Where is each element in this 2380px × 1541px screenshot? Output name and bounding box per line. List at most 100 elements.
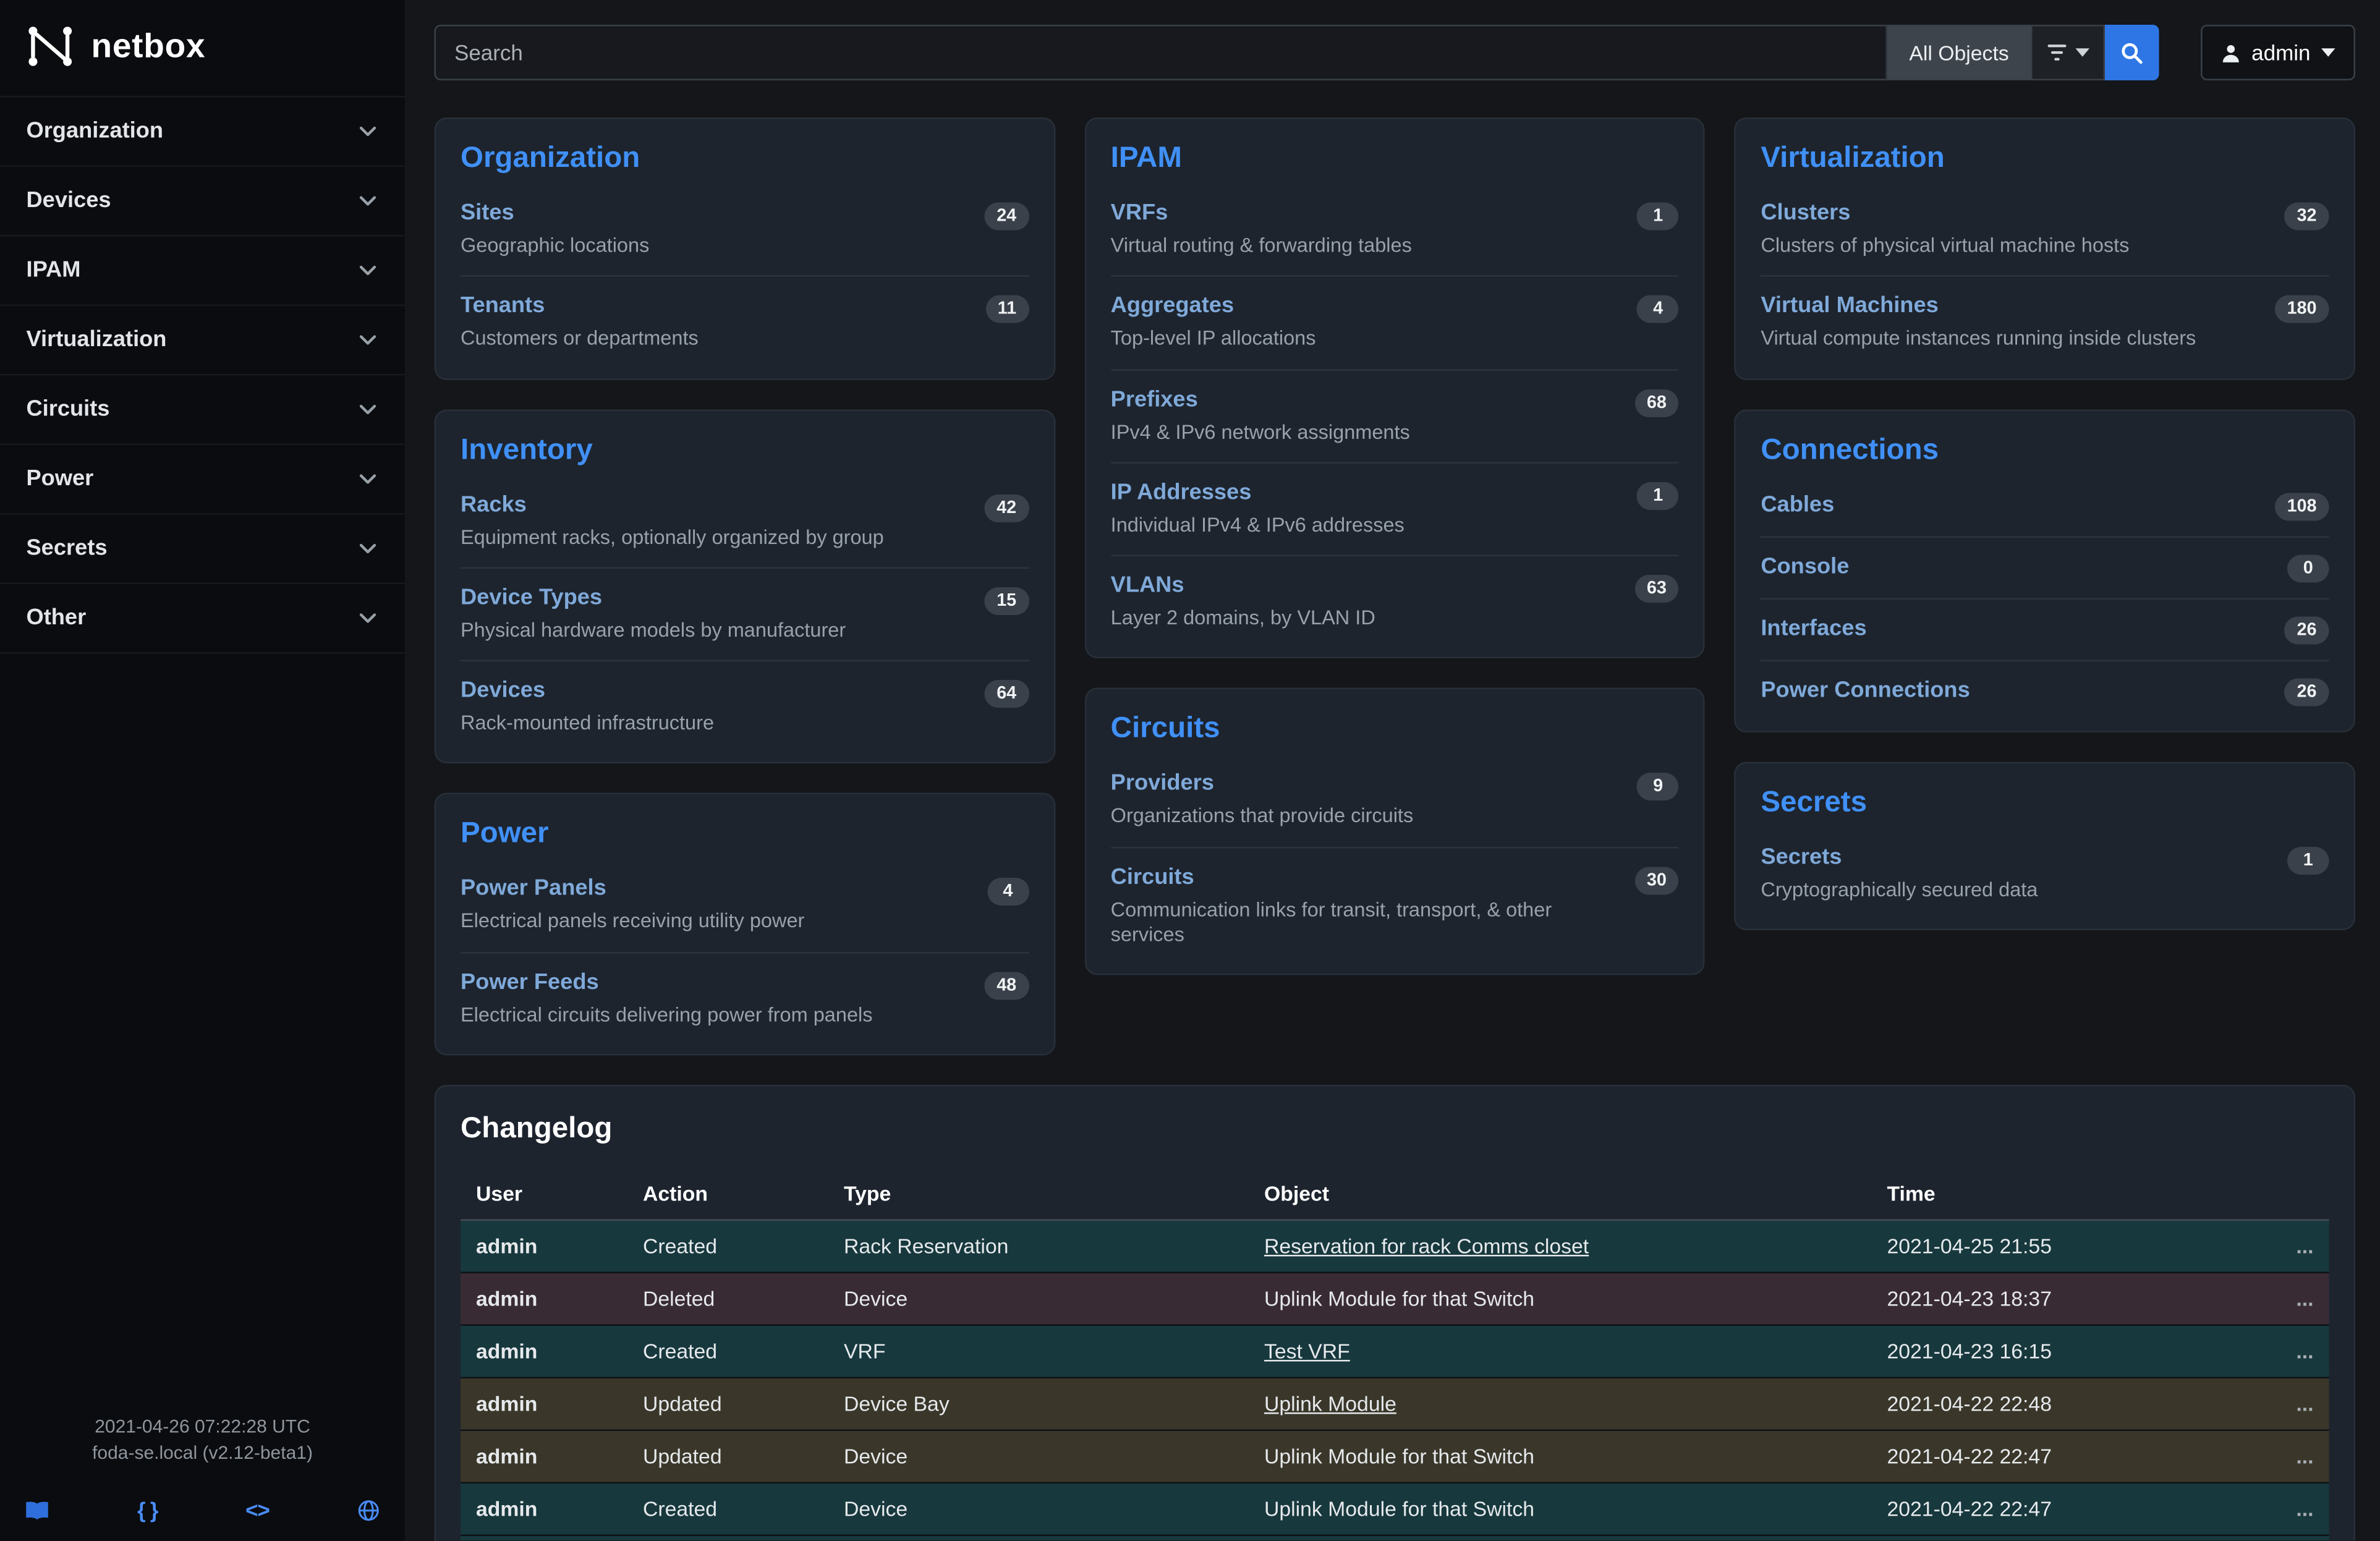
object-link[interactable]: Reservation for rack Comms closet	[1264, 1234, 1589, 1258]
count-badge: 32	[2285, 203, 2329, 231]
dashboard-item-tenants: TenantsCustomers or departments11	[461, 277, 1029, 368]
dashboard-item-secrets: SecretsCryptographically secured data1	[1761, 828, 2329, 919]
cell-time: 2021-04-25 21:55	[1872, 1220, 2261, 1272]
item-link-tenants[interactable]: Tenants	[461, 294, 545, 319]
cell-object: Uplink Module for that Switch	[1249, 1430, 1872, 1482]
row-actions-ellipsis[interactable]: ...	[2261, 1272, 2329, 1325]
dashboard-item-power-feeds: Power FeedsElectrical circuits deliverin…	[461, 953, 1029, 1044]
rest-api-braces-icon[interactable]: { }	[137, 1498, 158, 1522]
count-badge: 180	[2275, 295, 2329, 323]
row-actions-ellipsis[interactable]: ...	[2261, 1377, 2329, 1430]
item-link-secrets[interactable]: Secrets	[1761, 844, 1842, 869]
column-header-type: Type	[828, 1168, 1249, 1220]
object-link[interactable]: Test VRF	[1264, 1339, 1350, 1363]
item-link-console[interactable]: Console	[1761, 554, 1849, 579]
row-actions-ellipsis[interactable]: ...	[2261, 1325, 2329, 1377]
sidebar-item-other[interactable]: Other	[0, 584, 405, 654]
chevron-down-icon	[357, 538, 379, 559]
item-link-interfaces[interactable]: Interfaces	[1761, 616, 1866, 640]
item-link-vrfs[interactable]: VRFs	[1111, 201, 1168, 226]
chevron-down-icon	[357, 190, 379, 212]
dashboard-item-racks: RacksEquipment racks, optionally organiz…	[461, 475, 1029, 569]
dashboard-item-power-panels: Power PanelsElectrical panels receiving …	[461, 860, 1029, 953]
item-link-devices[interactable]: Devices	[461, 679, 545, 703]
card-virtualization: Virtualization ClustersClusters of physic…	[1735, 117, 2355, 380]
row-actions-ellipsis[interactable]: ...	[2261, 1430, 2329, 1482]
item-link-clusters[interactable]: Clusters	[1761, 201, 1850, 226]
sidebar-item-devices[interactable]: Devices	[0, 167, 405, 237]
sidebar-item-circuits[interactable]: Circuits	[0, 376, 405, 446]
item-link-device-types[interactable]: Device Types	[461, 585, 602, 610]
item-link-power-panels[interactable]: Power Panels	[461, 877, 606, 901]
card-title-connections[interactable]: Connections	[1761, 433, 2329, 467]
row-actions-ellipsis[interactable]: ...	[2261, 1220, 2329, 1272]
item-link-racks[interactable]: Racks	[461, 492, 527, 517]
item-description: Rack-mounted infrastructure	[461, 711, 714, 736]
count-badge: 26	[2285, 616, 2329, 643]
card-title-virtualization[interactable]: Virtualization	[1761, 142, 2329, 176]
netbox-brand[interactable]: netbox	[0, 0, 405, 96]
user-icon	[2221, 43, 2241, 63]
item-link-vlans[interactable]: VLANs	[1111, 574, 1184, 598]
search-submit-button[interactable]	[2105, 25, 2159, 80]
sidebar-item-virtualization[interactable]: Virtualization	[0, 306, 405, 376]
item-description: Geographic locations	[461, 234, 649, 259]
card-title-ipam[interactable]: IPAM	[1111, 142, 1679, 176]
item-text: ClustersClusters of physical virtual mac…	[1761, 200, 2129, 259]
row-actions-ellipsis[interactable]: ...	[2261, 1482, 2329, 1535]
cell-user: admin	[461, 1220, 627, 1272]
sidebar-item-organization[interactable]: Organization	[0, 98, 405, 168]
changelog-row: adminUpdatedDevice BayUplink Module2021-…	[461, 1377, 2329, 1430]
item-link-virtual-machines[interactable]: Virtual Machines	[1761, 294, 1938, 319]
item-text: TenantsCustomers or departments	[461, 292, 699, 352]
sidebar-item-secrets[interactable]: Secrets	[0, 515, 405, 585]
card-title-organization[interactable]: Organization	[461, 142, 1029, 176]
dashboard-column: IPAMVRFsVirtual routing & forwarding tab…	[1084, 117, 1705, 1055]
card-title-secrets[interactable]: Secrets	[1761, 786, 2329, 820]
dashboard-item-providers: ProvidersOrganizations that provide circ…	[1111, 755, 1679, 848]
item-link-sites[interactable]: Sites	[461, 201, 514, 226]
changelog-row: adminCreatedDevice BayUplink Module2021-…	[461, 1535, 2329, 1540]
object-link[interactable]: Uplink Module	[1264, 1392, 1396, 1416]
item-link-circuits[interactable]: Circuits	[1111, 865, 1194, 889]
code-icon[interactable]: <>	[245, 1498, 269, 1522]
cell-object: Uplink Module for that Switch	[1249, 1272, 1872, 1325]
sidebar-item-ipam[interactable]: IPAM	[0, 237, 405, 307]
dashboard-item-ip-addresses: IP Addresses Individual IPv4 & IPv6 addre…	[1111, 463, 1679, 556]
changelog-row: adminDeletedDeviceUplink Module for that…	[461, 1272, 2329, 1325]
row-actions-ellipsis[interactable]: ...	[2261, 1535, 2329, 1540]
item-link-providers[interactable]: Providers	[1111, 771, 1214, 796]
column-header-user: User	[461, 1168, 627, 1220]
item-link-ip-addresses[interactable]: IP Addresses	[1111, 480, 1252, 505]
user-menu-button[interactable]: admin	[2201, 25, 2355, 80]
sidebar-item-label: Organization	[27, 119, 164, 144]
filter-dropdown-button[interactable]	[2032, 25, 2105, 80]
item-link-prefixes[interactable]: Prefixes	[1111, 387, 1198, 412]
sidebar-item-label: Secrets	[27, 537, 108, 561]
cell-action: Created	[627, 1535, 828, 1540]
chevron-down-icon	[357, 399, 379, 420]
cell-type: Device	[828, 1482, 1249, 1535]
docs-book-icon[interactable]	[25, 1500, 49, 1520]
card-title-inventory[interactable]: Inventory	[461, 433, 1029, 467]
sidebar-item-label: IPAM	[27, 258, 81, 283]
sidebar-item-power[interactable]: Power	[0, 445, 405, 515]
community-globe-icon[interactable]	[357, 1498, 381, 1522]
search-scope-button[interactable]: All Objects	[1886, 25, 2032, 80]
item-text: AggregatesTop-level IP allocations	[1111, 292, 1316, 352]
dashboard-item-interfaces: Interfaces 26	[1761, 599, 2329, 661]
search-input[interactable]	[435, 25, 1886, 80]
item-text: SecretsCryptographically secured data	[1761, 843, 2038, 902]
dashboard-grid: OrganizationSitesGeographic locations24T…	[435, 117, 2356, 1055]
count-badge: 30	[1634, 866, 1679, 894]
item-link-power-feeds[interactable]: Power Feeds	[461, 970, 599, 995]
dashboard-item-circuits: CircuitsCommunication links for transit,…	[1111, 847, 1679, 964]
item-link-aggregates[interactable]: Aggregates	[1111, 294, 1234, 319]
sidebar-item-label: Devices	[27, 189, 111, 213]
item-description: Individual IPv4 & IPv6 addresses	[1111, 512, 1405, 538]
item-link-power-connections[interactable]: Power Connections	[1761, 677, 1970, 702]
card-title-power[interactable]: Power	[461, 818, 1029, 852]
item-link-cables[interactable]: Cables	[1761, 492, 1834, 517]
count-badge: 26	[2285, 677, 2329, 705]
card-title-circuits[interactable]: Circuits	[1111, 713, 1679, 747]
